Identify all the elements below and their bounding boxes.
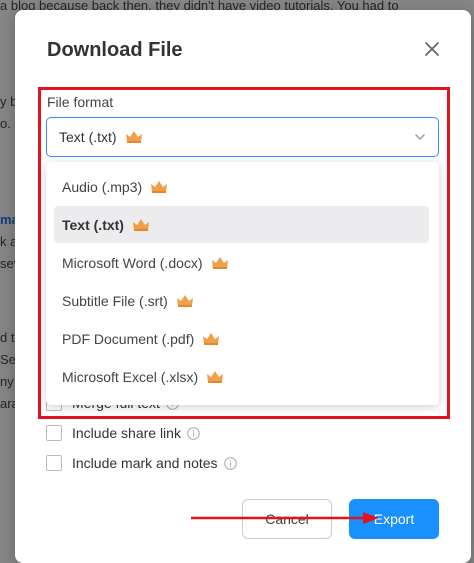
download-file-dialog: Download File File format Text (.txt) Me…: [15, 10, 471, 563]
annotation-highlight-box: [38, 87, 450, 419]
annotation-arrow: [191, 512, 379, 524]
include-share-link-option: Include share link: [46, 425, 200, 441]
dialog-title: Download File: [47, 39, 183, 61]
info-icon[interactable]: [187, 426, 200, 440]
checkbox-label: Include share link: [72, 425, 181, 441]
checkbox-label: Include mark and notes: [72, 455, 218, 471]
close-icon: [425, 42, 439, 56]
include-mark-and-notes-checkbox[interactable]: [46, 455, 62, 471]
info-icon[interactable]: [223, 456, 237, 470]
close-button[interactable]: [423, 40, 441, 58]
include-share-link-checkbox[interactable]: [46, 425, 62, 441]
include-mark-and-notes-option: Include mark and notes: [46, 455, 237, 471]
